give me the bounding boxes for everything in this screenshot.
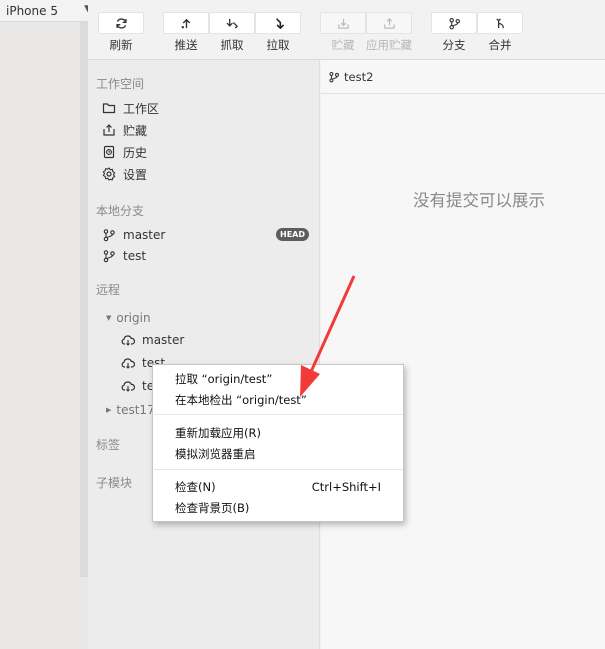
pull-label: 拉取	[266, 38, 290, 52]
branch-icon	[329, 71, 339, 82]
fetch-button[interactable]: 抓取	[209, 12, 255, 54]
apply-stash-icon	[383, 17, 395, 29]
sidebar-item-branch-test[interactable]: test	[102, 247, 146, 265]
sidebar-item-branch-master[interactable]: master	[102, 226, 165, 244]
menu-item-simulate-browser-restart[interactable]: 模拟浏览器重启	[153, 443, 403, 464]
fetch-icon	[225, 18, 238, 29]
cloud-icon	[121, 381, 135, 392]
sidebar-item-label: 设置	[123, 167, 148, 182]
menu-item-inspect[interactable]: 检查(N) Ctrl+Shift+I	[153, 476, 403, 497]
merge-button[interactable]: 合并	[477, 12, 523, 54]
apply-stash-label: 应用贮藏	[366, 38, 412, 52]
sidebar-item-label: 工作区	[123, 101, 160, 116]
context-menu: 拉取 “origin/test” 在本地检出 “origin/test” 重新加…	[152, 364, 404, 522]
sidebar-item-remote-branch-master[interactable]: master	[121, 331, 184, 349]
history-icon	[103, 145, 115, 159]
remote-section-title: 远程	[96, 283, 121, 297]
gear-icon	[102, 167, 116, 181]
refresh-button[interactable]: 刷新	[98, 12, 144, 54]
chevron-right-icon: ▶	[106, 406, 112, 414]
folder-icon	[102, 103, 116, 114]
fetch-label: 抓取	[220, 38, 244, 52]
stash-button[interactable]: 贮藏	[320, 12, 366, 54]
pull-icon	[275, 17, 284, 29]
menu-item-checkout-origin-test[interactable]: 在本地检出 “origin/test”	[153, 389, 403, 410]
menu-item-label: 拉取 “origin/test”	[175, 371, 273, 386]
stash-icon	[337, 18, 349, 29]
stash-icon	[103, 124, 115, 136]
branch-name: test2	[344, 69, 374, 84]
app-window: 刷新 推送 抓取 拉取 贮藏 应用贮藏 分支 合并 工作空间 工作区 贮藏 历史…	[88, 0, 605, 649]
menu-item-label: 在本地检出 “origin/test”	[175, 392, 307, 407]
sidebar-item-history[interactable]: 历史	[102, 143, 147, 161]
cloud-icon	[121, 335, 135, 346]
sidebar: 工作空间 工作区 贮藏 历史 设置 本地分支 master HEAD test …	[88, 60, 320, 649]
sidebar-item-workspace[interactable]: 工作区	[102, 99, 159, 117]
pull-button[interactable]: 拉取	[255, 12, 301, 54]
push-button[interactable]: 推送	[163, 12, 209, 54]
merge-icon	[495, 17, 504, 28]
menu-item-label: 模拟浏览器重启	[175, 446, 256, 461]
refresh-label: 刷新	[109, 38, 133, 52]
toolbar: 刷新 推送 抓取 拉取 贮藏 应用贮藏 分支 合并	[88, 0, 605, 60]
empty-state-message: 没有提交可以展示	[413, 191, 545, 210]
branch-header: test2	[321, 60, 605, 94]
branch-button[interactable]: 分支	[431, 12, 477, 54]
menu-item-reload-app[interactable]: 重新加载应用(R)	[153, 422, 403, 443]
tags-section-title: 标签	[96, 438, 121, 452]
push-icon	[181, 18, 190, 28]
chevron-down-icon: ▼	[106, 314, 112, 322]
menu-item-pull-origin-test[interactable]: 拉取 “origin/test”	[153, 368, 403, 389]
menu-item-label: 检查(N)	[175, 479, 216, 494]
menu-separator	[154, 469, 403, 470]
sidebar-item-label: 贮藏	[123, 123, 148, 138]
push-label: 推送	[174, 38, 198, 52]
branch-icon	[103, 250, 115, 263]
device-select-label: iPhone 5	[6, 3, 58, 18]
apply-stash-button[interactable]: 应用贮藏	[366, 12, 412, 54]
sidebar-item-settings[interactable]: 设置	[102, 165, 147, 183]
menu-item-label: 检查背景页(B)	[175, 500, 250, 515]
sidebar-item-remote-origin[interactable]: ▼ origin	[106, 309, 151, 327]
menu-separator	[154, 414, 403, 415]
menu-item-label: 重新加载应用(R)	[175, 425, 261, 440]
sidebar-item-label: test	[123, 249, 147, 263]
stash-label: 贮藏	[331, 38, 355, 52]
sidebar-item-label: master	[142, 333, 185, 347]
refresh-icon	[115, 17, 127, 29]
merge-label: 合并	[488, 38, 512, 52]
sidebar-item-stash[interactable]: 贮藏	[102, 121, 147, 139]
branch-icon	[448, 17, 460, 29]
sidebar-item-label: master	[123, 228, 166, 242]
commit-view: test2 没有提交可以展示	[321, 60, 605, 649]
device-frame-edge	[80, 22, 88, 577]
sidebar-item-label: 历史	[123, 145, 148, 160]
branch-icon	[103, 229, 115, 242]
workspace-section-title: 工作空间	[96, 77, 145, 91]
head-badge: HEAD	[276, 228, 309, 241]
submodules-section-title: 子模块	[96, 476, 133, 490]
cloud-icon	[121, 358, 135, 369]
sidebar-item-label: origin	[116, 311, 151, 325]
device-select[interactable]: iPhone 5 ▼	[0, 0, 97, 22]
local-branches-section-title: 本地分支	[96, 204, 145, 218]
branch-label: 分支	[442, 38, 466, 52]
menu-item-inspect-background-page[interactable]: 检查背景页(B)	[153, 497, 403, 518]
menu-item-shortcut: Ctrl+Shift+I	[311, 479, 381, 494]
